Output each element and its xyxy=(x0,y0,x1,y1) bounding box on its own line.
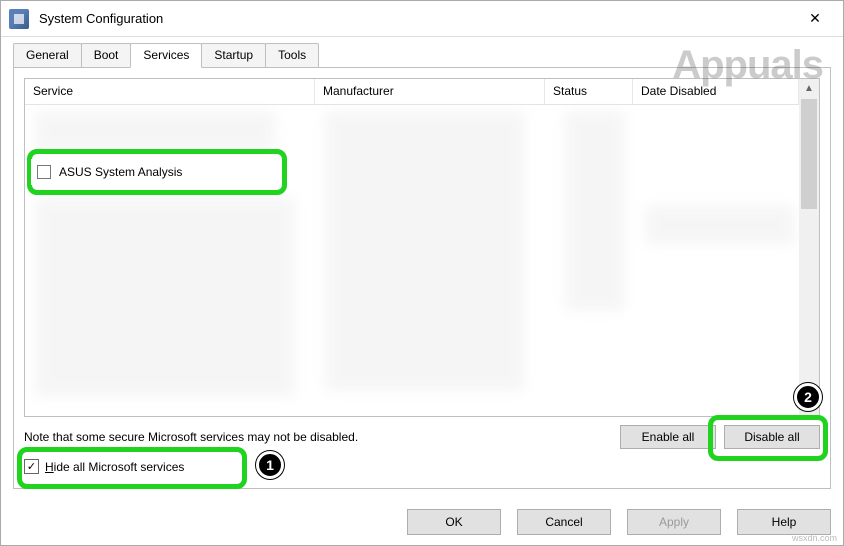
system-configuration-window: System Configuration ✕ General Boot Serv… xyxy=(0,0,844,546)
scroll-up-icon[interactable]: ▲ xyxy=(800,79,818,97)
content-area: General Boot Services Startup Tools Serv… xyxy=(1,37,843,499)
disable-all-button[interactable]: Disable all xyxy=(724,425,820,449)
note-text: Note that some secure Microsoft services… xyxy=(24,430,612,444)
tab-general[interactable]: General xyxy=(13,43,82,67)
service-row-asus[interactable]: ASUS System Analysis xyxy=(31,159,275,185)
services-panel: Service Manufacturer Status Date Disable… xyxy=(13,67,831,489)
msconfig-icon xyxy=(9,9,29,29)
hide-microsoft-label: Hide all Microsoft services xyxy=(45,460,184,474)
scrollbar[interactable]: ▲ ▼ xyxy=(799,79,819,416)
list-body: ASUS System Analysis xyxy=(25,105,799,416)
enable-all-button[interactable]: Enable all xyxy=(620,425,716,449)
column-service[interactable]: Service xyxy=(25,79,315,104)
annotation-badge-1: 1 xyxy=(256,451,284,479)
list-header: Service Manufacturer Status Date Disable… xyxy=(25,79,799,105)
help-button[interactable]: Help xyxy=(737,509,831,535)
cancel-button[interactable]: Cancel xyxy=(517,509,611,535)
apply-button[interactable]: Apply xyxy=(627,509,721,535)
service-checkbox[interactable] xyxy=(37,165,51,179)
close-button[interactable]: ✕ xyxy=(795,4,835,34)
scroll-thumb[interactable] xyxy=(801,99,817,209)
service-name: ASUS System Analysis xyxy=(59,165,182,179)
hide-microsoft-checkbox[interactable]: ✓ xyxy=(24,459,39,474)
window-title: System Configuration xyxy=(39,11,163,26)
hide-microsoft-row: ✓ Hide all Microsoft services 1 xyxy=(24,459,820,474)
column-status[interactable]: Status xyxy=(545,79,633,104)
tab-startup[interactable]: Startup xyxy=(201,43,266,67)
tab-services[interactable]: Services xyxy=(130,43,202,68)
services-list: Service Manufacturer Status Date Disable… xyxy=(24,78,820,417)
ok-button[interactable]: OK xyxy=(407,509,501,535)
tab-boot[interactable]: Boot xyxy=(81,43,132,67)
column-date-disabled[interactable]: Date Disabled xyxy=(633,79,799,104)
annotation-badge-2: 2 xyxy=(794,383,822,411)
tab-tools[interactable]: Tools xyxy=(265,43,319,67)
tab-strip: General Boot Services Startup Tools xyxy=(13,43,831,67)
dialog-buttons: OK Cancel Apply Help xyxy=(1,499,843,545)
below-list-row: Note that some secure Microsoft services… xyxy=(24,425,820,449)
column-manufacturer[interactable]: Manufacturer xyxy=(315,79,545,104)
titlebar: System Configuration ✕ xyxy=(1,1,843,37)
